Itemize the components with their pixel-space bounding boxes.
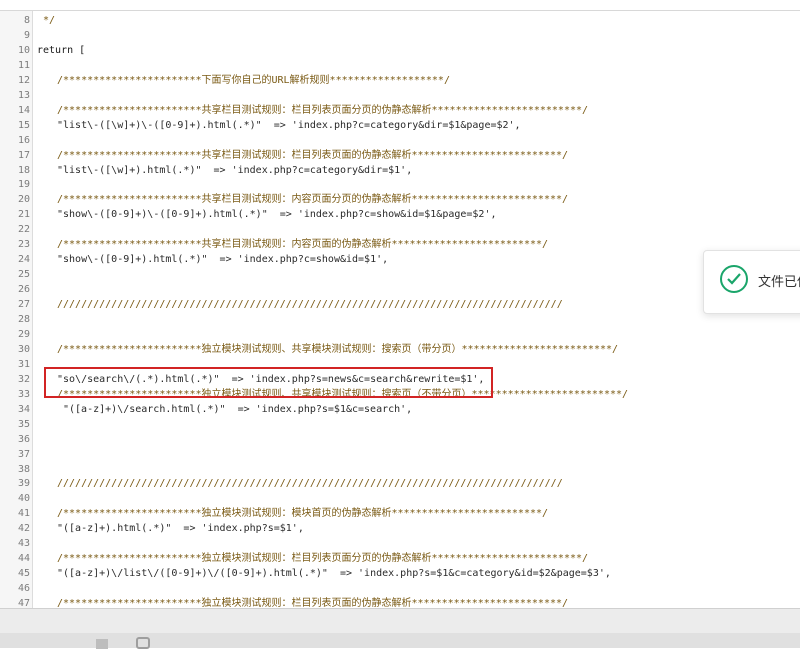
line-number: 16 (17, 134, 30, 146)
line-number: 45 (17, 568, 30, 580)
line-number: 10 (17, 44, 30, 56)
line-number: 40 (17, 493, 30, 505)
code-line[interactable]: */ (37, 13, 55, 28)
code-line[interactable]: /***********************共享栏目测试规则：栏目列表页面的… (57, 148, 568, 163)
line-number: 46 (17, 583, 30, 595)
code-line[interactable]: "([a-z]+).html(.*)" => 'index.php?s=$1', (57, 521, 304, 536)
line-number: 13 (17, 89, 30, 101)
line-number: 18 (17, 164, 30, 176)
top-note (0, 0, 800, 10)
line-number: 31 (17, 358, 30, 370)
line-number: 30 (17, 343, 30, 355)
code-line[interactable]: "list\-([\w]+).html(.*)" => 'index.php?c… (57, 163, 412, 178)
code-line[interactable]: /***********************共享栏目测试规则：内容页面的伪静… (57, 237, 548, 252)
line-number: 36 (17, 433, 30, 445)
code-line[interactable]: return [ (37, 43, 85, 58)
bottom-bar (0, 608, 800, 649)
toast-message: 文件已保 (758, 275, 800, 290)
code-line[interactable]: /***********************下面写你自己的URL解析规则**… (57, 73, 450, 88)
line-number: 14 (17, 104, 30, 116)
code-line[interactable]: "show\-([0-9]+)\-([0-9]+).html(.*)" => '… (57, 207, 497, 222)
code-line[interactable]: "([a-z]+)\/search.html(.*)" => 'index.ph… (63, 402, 412, 417)
line-number: 27 (17, 299, 30, 311)
line-number: 25 (17, 269, 30, 281)
code-editor[interactable]: 8 */ 9 10 return [ 11 12 /********************… (0, 10, 800, 609)
line-number: 44 (17, 553, 30, 565)
line-number: 21 (17, 209, 30, 221)
line-number: 38 (17, 463, 30, 475)
taskbar-strip (0, 633, 800, 648)
line-number: 23 (17, 239, 30, 251)
line-number: 37 (17, 448, 30, 460)
code-line[interactable]: ////////////////////////////////////////… (57, 297, 563, 312)
code-line[interactable]: ////////////////////////////////////////… (57, 476, 563, 491)
line-number: 11 (17, 59, 30, 71)
folder-icon[interactable] (96, 639, 108, 649)
code-area[interactable]: 8 */ 9 10 return [ 11 12 /********************… (0, 11, 800, 609)
code-line[interactable]: "list\-([\w]+)\-([0-9]+).html(.*)" => 'i… (57, 118, 521, 133)
line-number: 32 (17, 373, 30, 385)
line-number: 12 (17, 74, 30, 86)
line-number: 22 (17, 224, 30, 236)
line-number: 35 (17, 418, 30, 430)
line-number: 8 (23, 15, 30, 26)
line-number: 29 (17, 328, 30, 340)
code-line[interactable]: /***********************独立模块测试规则：栏目列表页面分… (57, 551, 588, 566)
file-icon[interactable] (136, 637, 150, 649)
line-number: 33 (17, 388, 30, 400)
code-line[interactable]: /***********************共享栏目测试规则：栏目列表页面分… (57, 103, 588, 118)
line-number: 20 (17, 194, 30, 206)
line-number: 24 (17, 254, 30, 266)
line-number: 28 (17, 314, 30, 325)
line-number: 19 (17, 179, 30, 191)
code-line[interactable]: /***********************独立模块测试规则：模块首页的伪静… (57, 506, 548, 521)
code-line[interactable]: "show\-([0-9]+).html(.*)" => 'index.php?… (57, 252, 388, 267)
line-number: 43 (17, 538, 30, 550)
line-number: 9 (23, 29, 30, 41)
code-line[interactable]: /***********************独立模块测试规则、共享模块测试规… (57, 342, 618, 357)
line-number: 42 (17, 523, 30, 535)
save-toast: 文件已保 (703, 250, 800, 314)
line-number: 26 (17, 284, 30, 296)
line-number: 41 (17, 508, 30, 520)
highlight-box (44, 367, 493, 398)
check-circle-icon (720, 265, 748, 293)
line-number: 17 (17, 149, 30, 161)
code-line[interactable]: "([a-z]+)\/list\/([0-9]+)\/([0-9]+).html… (57, 566, 611, 581)
line-number: 34 (17, 403, 30, 415)
line-number: 39 (17, 478, 30, 490)
code-line[interactable]: /***********************共享栏目测试规则：内容页面分页的… (57, 192, 568, 207)
line-number: 15 (17, 119, 30, 131)
